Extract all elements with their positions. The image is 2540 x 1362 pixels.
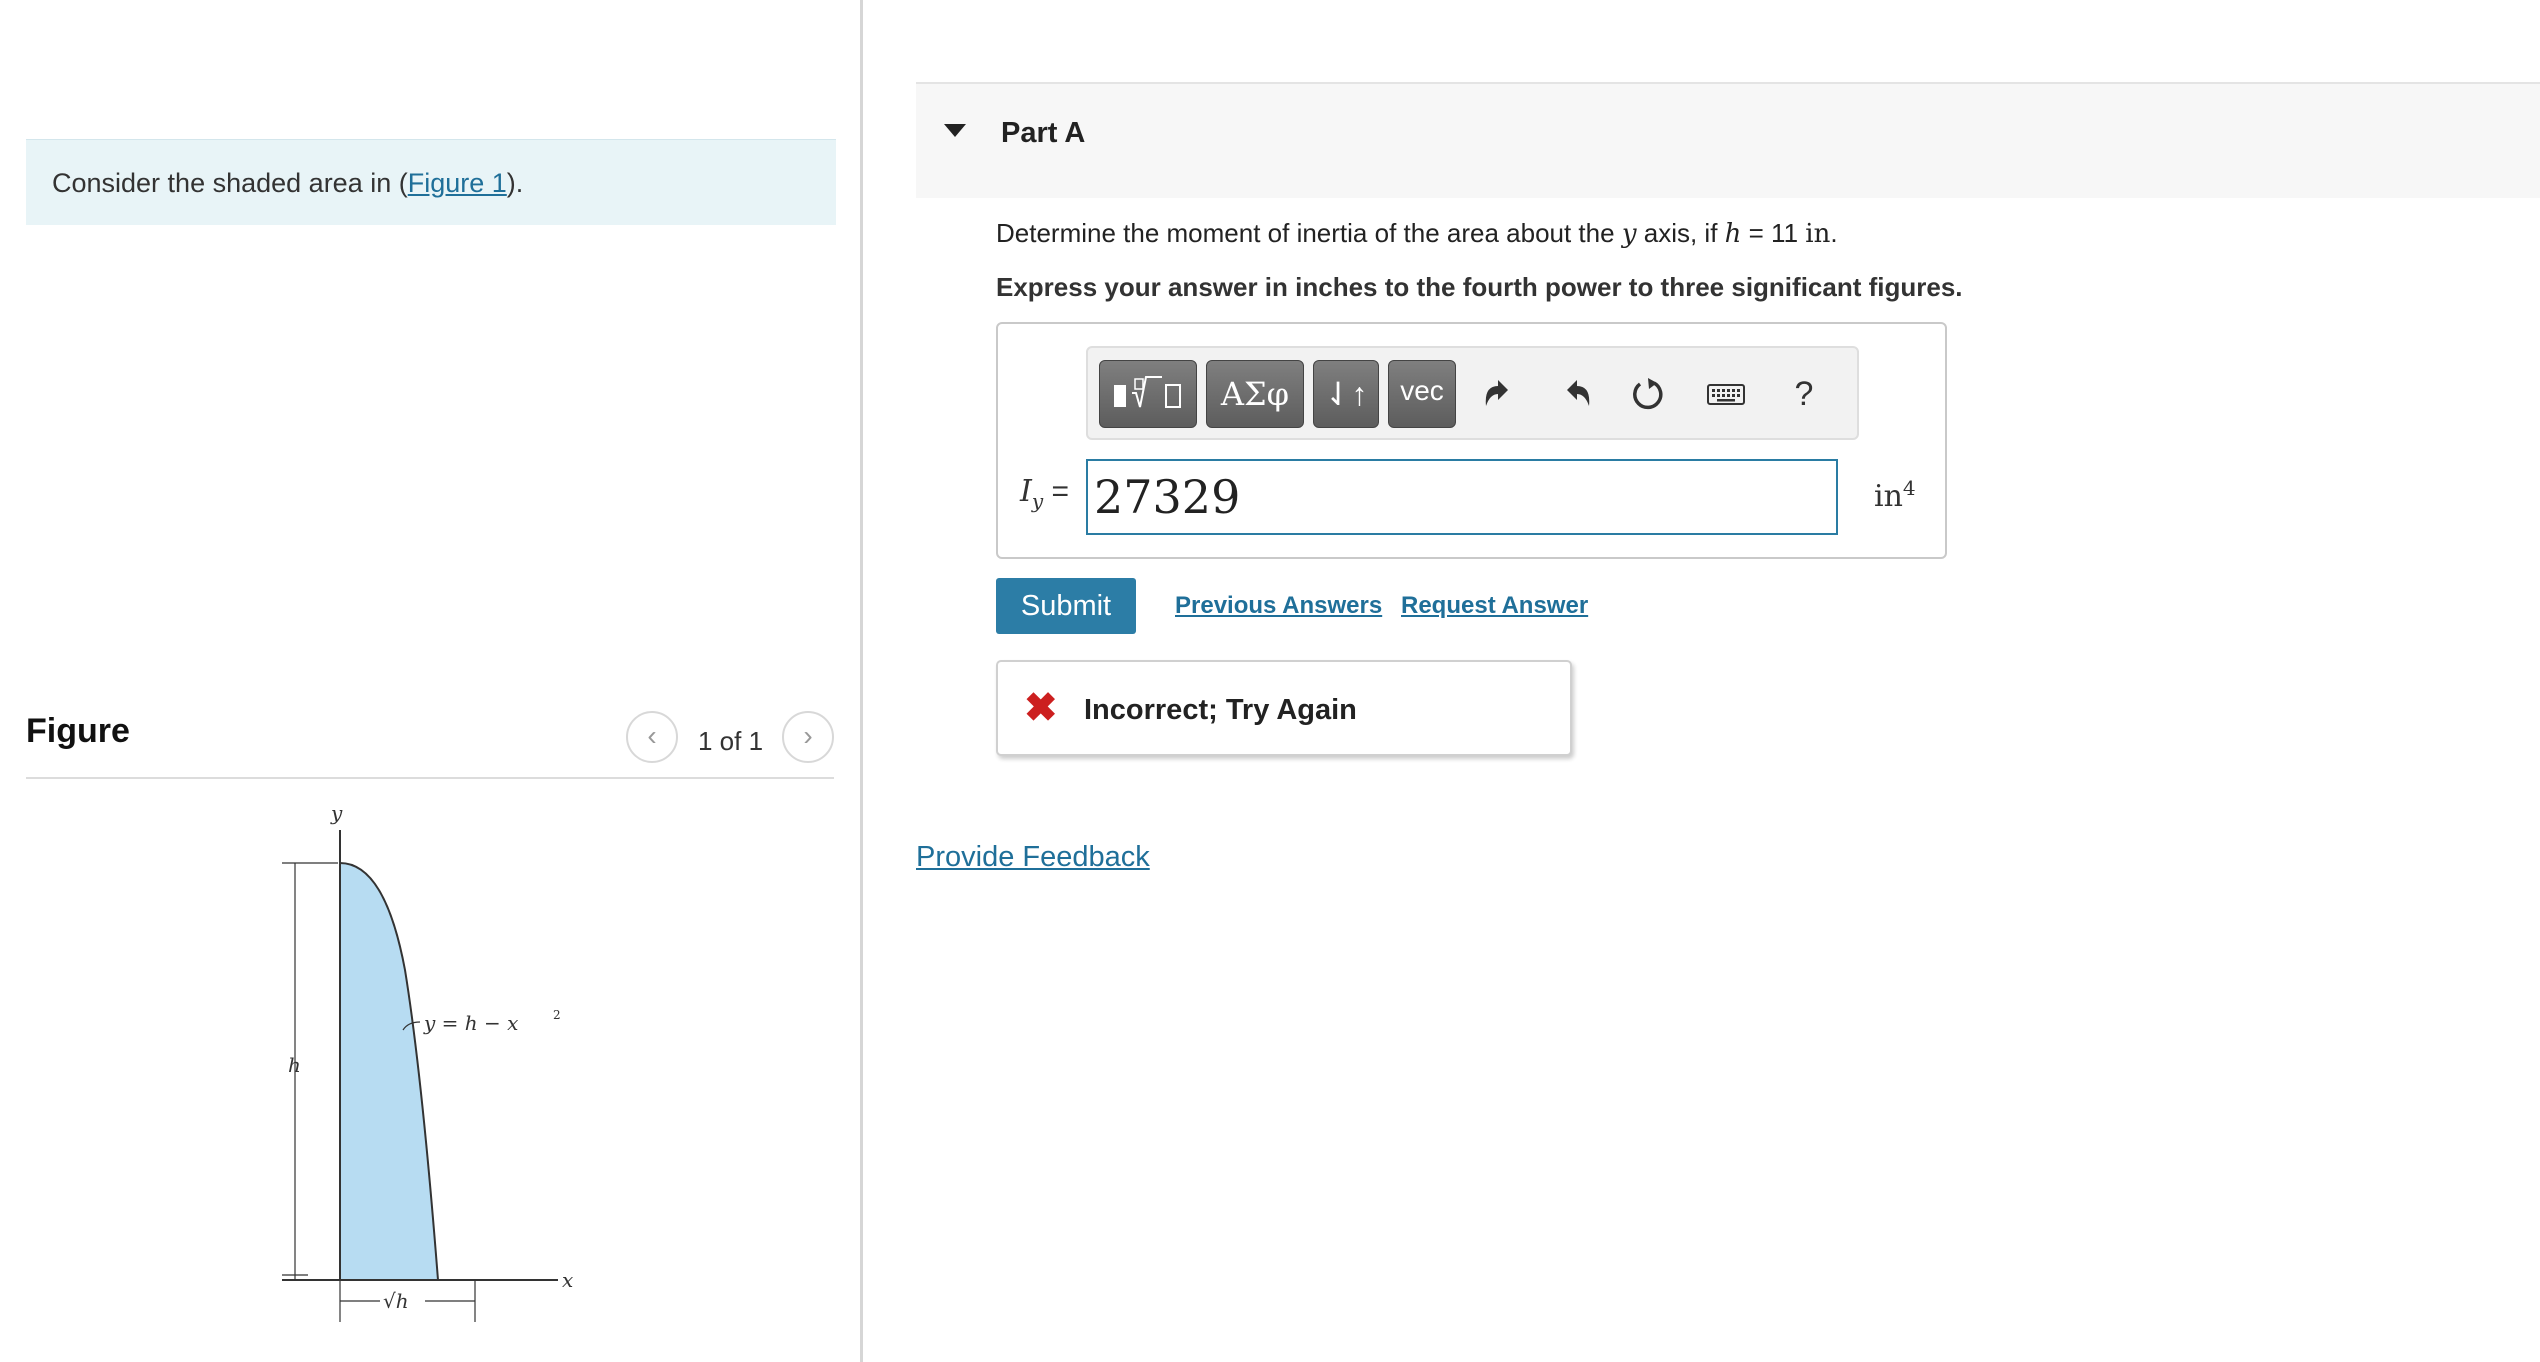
pane-divider[interactable] <box>860 0 863 1362</box>
figure-title: Figure <box>26 712 130 750</box>
y-axis-label: y <box>330 801 343 825</box>
curve-equation-exponent: 2 <box>553 1008 561 1022</box>
help-button[interactable]: ? <box>1774 360 1834 428</box>
figure-link[interactable]: Figure 1 <box>408 168 507 198</box>
part-a-header[interactable]: Part A <box>916 82 2540 198</box>
provide-feedback-link[interactable]: Provide Feedback <box>916 841 1150 874</box>
templates-button[interactable] <box>1099 360 1197 428</box>
undo-button[interactable] <box>1468 360 1528 428</box>
figure-counter: 1 of 1 <box>698 726 764 756</box>
question-unit: in <box>1805 219 1831 249</box>
part-title: Part A <box>1001 117 1086 149</box>
figure-diagram: y x h y = h − x 2 √h <box>282 801 573 1322</box>
question-prefix: Determine the moment of inertia of the a… <box>996 218 1622 248</box>
question-variable: h <box>1724 219 1742 249</box>
feedback-message: ✖ Incorrect; Try Again <box>996 660 1572 756</box>
problem-prefix: Consider the shaded area in ( <box>52 168 408 198</box>
height-label: h <box>288 1053 301 1077</box>
question-text: Determine the moment of inertia of the a… <box>996 218 1838 249</box>
vector-button[interactable]: vec <box>1388 360 1456 428</box>
chevron-right-icon: › <box>803 720 813 751</box>
problem-statement: Consider the shaded area in (Figure 1). <box>26 139 836 225</box>
next-figure-button[interactable]: › <box>782 711 834 763</box>
question-axis: y <box>1621 219 1637 249</box>
base-label: √h <box>383 1289 409 1313</box>
instruction-text: Express your answer in inches to the fou… <box>996 272 1963 302</box>
previous-answers-link[interactable]: Previous Answers <box>1175 592 1382 620</box>
question-value: = 11 <box>1741 218 1806 248</box>
submit-button[interactable]: Submit <box>996 578 1136 634</box>
answer-variable-label: Iy = <box>1020 474 1069 513</box>
request-answer-link[interactable]: Request Answer <box>1401 592 1588 620</box>
variable-symbol: I <box>1020 474 1032 509</box>
figure-divider <box>26 777 834 779</box>
reset-button[interactable] <box>1618 360 1678 428</box>
question-suffix: . <box>1830 218 1838 248</box>
unit-text: in <box>1874 479 1903 514</box>
curve-equation-label: y = h − x <box>423 1011 518 1035</box>
variable-subscript: y <box>1031 489 1044 513</box>
shaded-area <box>340 863 438 1280</box>
answer-input[interactable]: 27329 <box>1086 459 1838 535</box>
keyboard-icon <box>1707 384 1745 405</box>
previous-figure-button[interactable]: ‹ <box>626 711 678 763</box>
keyboard-button[interactable] <box>1696 360 1756 428</box>
redo-button[interactable] <box>1543 360 1603 428</box>
reset-icon <box>1633 378 1663 410</box>
caret-down-icon[interactable] <box>944 124 966 137</box>
chevron-left-icon: ‹ <box>647 720 657 751</box>
question-middle: axis, if <box>1636 218 1725 248</box>
problem-suffix: ). <box>506 168 524 198</box>
unit-exponent: 4 <box>1902 476 1916 500</box>
math-templates-icon <box>1114 376 1181 408</box>
undo-icon <box>1485 380 1508 406</box>
redo-icon <box>1567 380 1590 406</box>
answer-unit: in4 <box>1874 476 1916 514</box>
variable-equals: = <box>1043 475 1070 508</box>
answer-panel: ΑΣφ ⇃↑ vec ? Iy = 27329 in4 <box>996 322 1947 559</box>
feedback-text: Incorrect; Try Again <box>1084 694 1357 726</box>
x-axis-label: x <box>562 1268 573 1292</box>
x-mark-icon: ✖ <box>1024 686 1058 730</box>
left-pane: Consider the shaded area in (Figure 1). … <box>0 0 862 1362</box>
greek-symbols-button[interactable]: ΑΣφ <box>1206 360 1304 428</box>
arrows-button[interactable]: ⇃↑ <box>1313 360 1379 428</box>
math-toolbar: ΑΣφ ⇃↑ vec ? <box>1086 346 1859 440</box>
